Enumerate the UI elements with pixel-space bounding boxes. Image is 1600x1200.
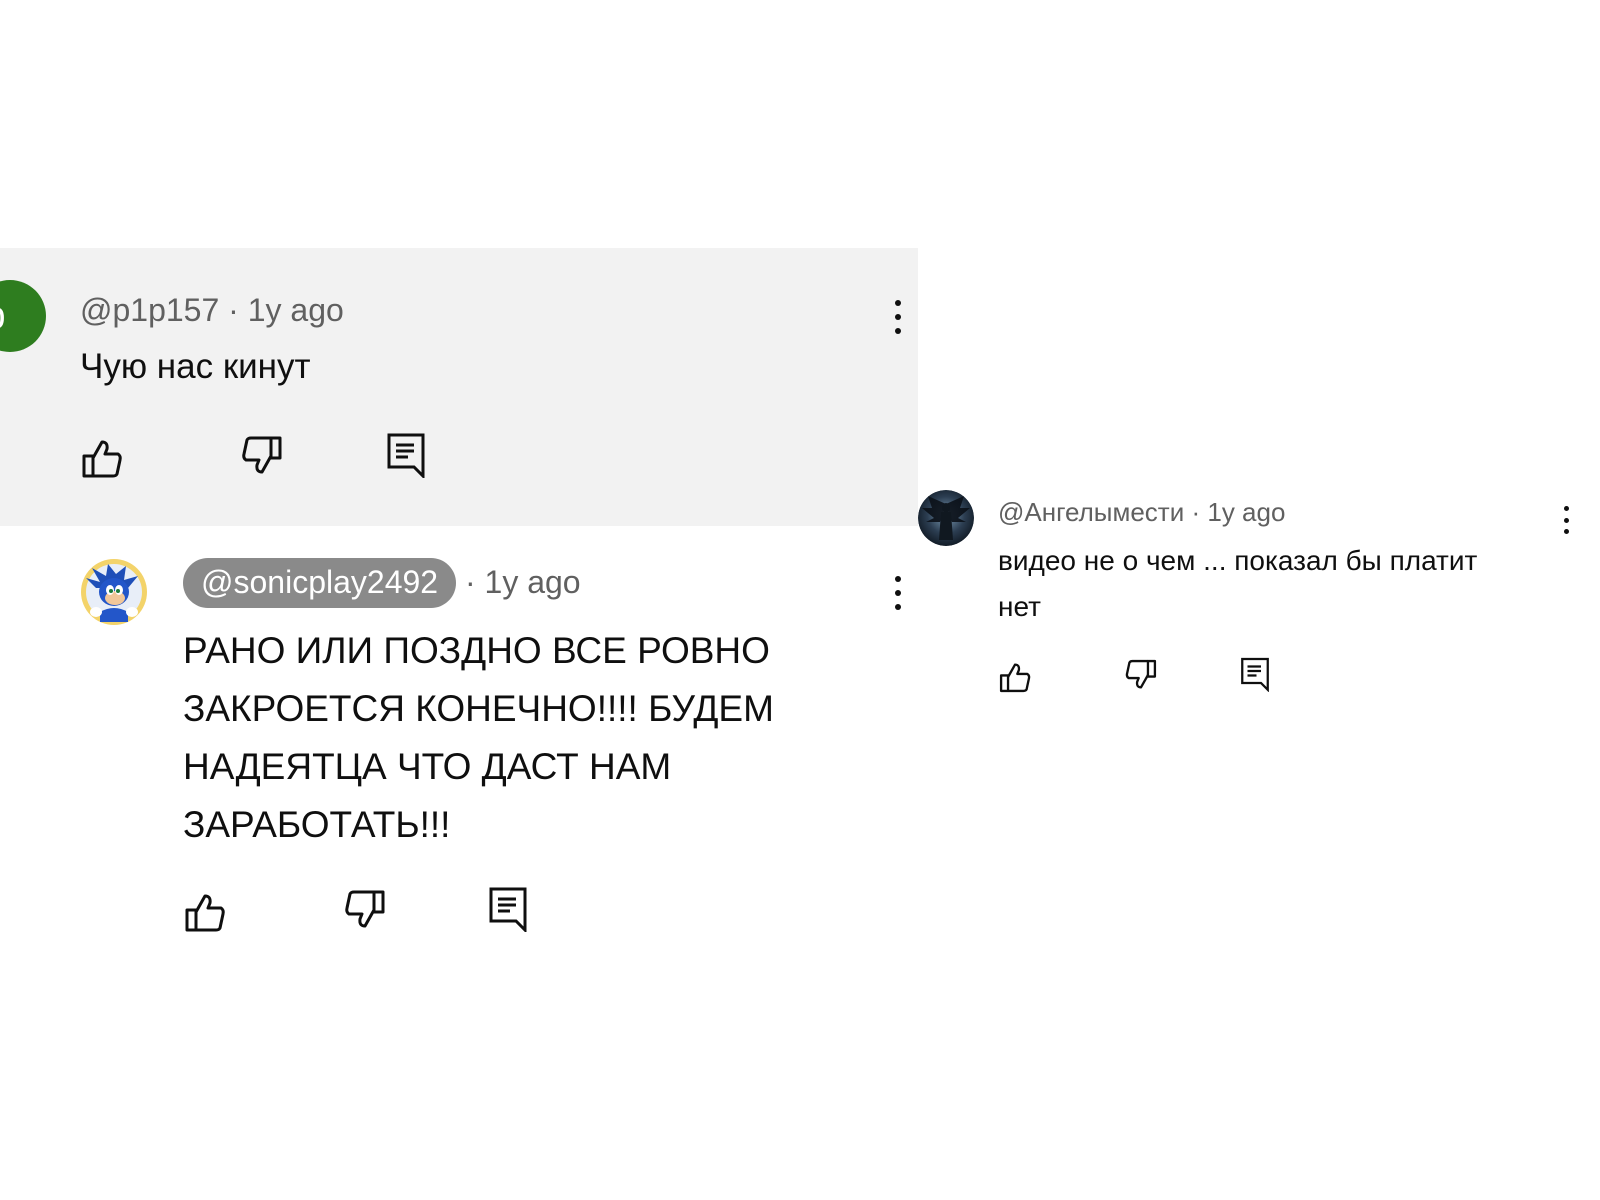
dislike-button[interactable] — [240, 434, 284, 478]
like-icon — [999, 663, 1031, 693]
avatar[interactable] — [80, 558, 148, 626]
dislike-icon — [1125, 659, 1157, 689]
reply-button[interactable] — [488, 886, 528, 932]
avatar[interactable] — [918, 490, 974, 546]
comment-text: Чую нас кинут — [80, 347, 311, 386]
meta-separator: · — [1191, 497, 1201, 527]
comment-text-line: РАНО ИЛИ ПОЗДНО ВСЕ РОВНО — [183, 630, 770, 671]
dislike-button[interactable] — [1124, 658, 1158, 692]
sonic-avatar-icon — [81, 559, 147, 625]
comment-text-line: видео не о чем ... показал бы платит — [998, 545, 1478, 576]
meta-separator: · — [464, 564, 476, 600]
more-vert-icon[interactable] — [1554, 506, 1578, 534]
comment-timestamp[interactable]: 1y ago — [485, 564, 581, 600]
reply-icon — [489, 887, 527, 932]
like-icon — [82, 440, 122, 478]
dislike-button[interactable] — [343, 888, 387, 932]
comment-timestamp[interactable]: 1y ago — [1207, 497, 1285, 527]
comment-text-line: ЗАРАБОТАТЬ!!! — [183, 804, 451, 845]
author-handle[interactable]: @Ангелымести — [998, 497, 1184, 527]
like-icon — [185, 894, 225, 932]
meta-separator: · — [228, 292, 239, 328]
author-handle[interactable]: @p1p157 — [80, 292, 219, 328]
like-button[interactable] — [998, 660, 1032, 694]
comment-meta: @Ангелымести · 1y ago — [998, 496, 1285, 528]
comment-meta: @sonicplay2492 · 1y ago — [183, 558, 581, 608]
reply-icon — [387, 433, 425, 478]
comment-text: РАНО ИЛИ ПОЗДНО ВСЕ РОВНО ЗАКРОЕТСЯ КОНЕ… — [183, 622, 774, 854]
avatar-letter: p — [0, 295, 6, 337]
comment-text-line: ЗАКРОЕТСЯ КОНЕЧНО!!!! БУДЕМ — [183, 688, 774, 729]
comment-text-line: нет — [998, 591, 1041, 622]
comment-meta: @p1p157 · 1y ago — [80, 290, 344, 330]
author-handle-chip[interactable]: @sonicplay2492 — [183, 558, 457, 608]
reply-icon — [1241, 657, 1269, 692]
reply-button[interactable] — [386, 432, 426, 478]
comment-text-line: НАДЕЯТЦА ЧТО ДАСТ НАМ — [183, 746, 672, 787]
reply-button[interactable] — [1240, 656, 1270, 692]
comment-timestamp[interactable]: 1y ago — [248, 292, 344, 328]
dislike-icon — [242, 436, 282, 474]
more-vert-icon[interactable] — [886, 300, 910, 334]
comment-text: видео не о чем ... показал бы платит нет — [998, 538, 1477, 630]
dislike-icon — [345, 890, 385, 928]
like-button[interactable] — [80, 436, 124, 480]
more-vert-icon[interactable] — [886, 576, 910, 610]
dark-angel-avatar-icon — [918, 490, 974, 546]
like-button[interactable] — [183, 890, 227, 934]
